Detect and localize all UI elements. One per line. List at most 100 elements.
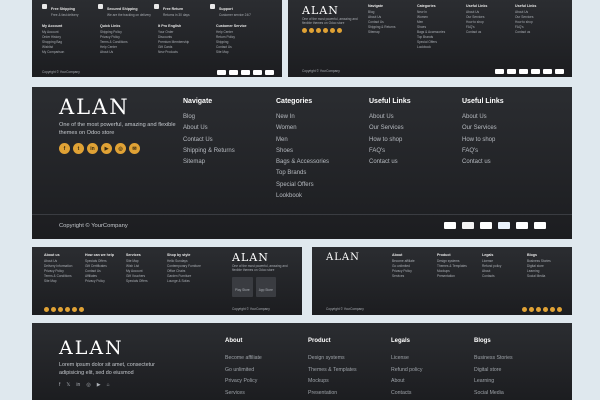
column-heading: Product bbox=[437, 253, 451, 257]
twitter-icon[interactable]: t bbox=[73, 143, 84, 154]
footer-column: How can we help Specials Offers Gift Certi… bbox=[85, 253, 114, 284]
footer-link[interactable]: Shoes bbox=[276, 146, 329, 157]
footer-link[interactable]: Special Offers bbox=[276, 180, 329, 191]
footer-column: Services Site Map Wish List My Account Gift … bbox=[126, 253, 148, 284]
footer-link[interactable]: Go unlimited bbox=[225, 365, 262, 377]
footer-link[interactable]: Blog bbox=[183, 112, 235, 123]
footer-link[interactable]: Social Media bbox=[527, 274, 551, 279]
footer-link[interactable]: Social Media bbox=[474, 388, 513, 400]
twitter-icon[interactable] bbox=[309, 28, 314, 33]
footer-link[interactable]: Become affiliate bbox=[225, 353, 262, 365]
youtube-icon[interactable]: ▶ bbox=[101, 143, 112, 154]
footer-link[interactable]: Contact us bbox=[466, 30, 487, 35]
mail-icon[interactable]: ✉ bbox=[129, 143, 140, 154]
app-store-button[interactable]: App Store bbox=[255, 277, 276, 297]
footer-link[interactable]: Lookbook bbox=[417, 45, 445, 50]
mail-icon[interactable] bbox=[557, 307, 562, 312]
footer-link[interactable]: FAQ's bbox=[369, 146, 411, 157]
footer-link[interactable]: How to shop bbox=[462, 135, 504, 146]
footer-link[interactable]: Presentation bbox=[308, 388, 357, 400]
copyright-text: Copyright © YourCompany bbox=[326, 307, 364, 311]
footer-link[interactable]: Themes & Templates bbox=[308, 365, 357, 377]
column-heading: Navigate bbox=[368, 4, 383, 8]
feature-description: Free & fast delivery bbox=[51, 13, 79, 17]
footer-link[interactable]: About Us bbox=[100, 50, 128, 55]
footer-link[interactable]: Specials Offers bbox=[126, 279, 148, 284]
footer-link[interactable]: Privacy Policy bbox=[85, 279, 114, 284]
facebook-icon[interactable]: f bbox=[59, 382, 60, 388]
youtube-icon[interactable]: ▶ bbox=[97, 382, 101, 388]
footer-link[interactable]: Services bbox=[392, 274, 415, 279]
footer-link[interactable]: Privacy Policy bbox=[225, 376, 262, 388]
column-heading: Useful Links bbox=[466, 4, 488, 8]
footer-link[interactable]: Digital store bbox=[474, 365, 513, 377]
linkedin-icon[interactable]: in bbox=[87, 143, 98, 154]
footer-link[interactable]: Contact us bbox=[515, 30, 536, 35]
column-heading: Useful Links bbox=[369, 98, 411, 105]
footer-link[interactable]: About Us bbox=[462, 112, 504, 123]
footer-link[interactable]: Men bbox=[276, 135, 329, 146]
facebook-icon[interactable] bbox=[44, 307, 49, 312]
linkedin-icon[interactable] bbox=[316, 28, 321, 33]
footer-link[interactable]: Bags & Accessories bbox=[276, 157, 329, 168]
instagram-icon[interactable]: ◎ bbox=[86, 382, 90, 388]
footer-link[interactable]: Contact us bbox=[369, 157, 411, 168]
footer-link[interactable]: Site Map bbox=[216, 50, 247, 55]
footer-link[interactable]: Site Map bbox=[44, 279, 72, 284]
linkedin-icon[interactable] bbox=[536, 307, 541, 312]
footer-link[interactable]: Presentation bbox=[437, 274, 467, 279]
youtube-icon[interactable] bbox=[543, 307, 548, 312]
github-icon[interactable]: ⌂ bbox=[107, 382, 110, 388]
footer-link[interactable]: About Us bbox=[369, 112, 411, 123]
twitter-icon[interactable]: 𝕏 bbox=[66, 382, 70, 388]
play-store-button[interactable]: Play Store bbox=[232, 277, 253, 297]
youtube-icon[interactable] bbox=[65, 307, 70, 312]
linkedin-icon[interactable]: in bbox=[76, 382, 80, 388]
footer-link[interactable]: Contact Us bbox=[183, 135, 235, 146]
footer-link[interactable]: Our Services bbox=[462, 123, 504, 134]
footer-link[interactable]: New Products bbox=[158, 50, 189, 55]
footer-link[interactable]: Contacts bbox=[482, 274, 501, 279]
footer-column: Shop by style Hello Sundays Contemporary F… bbox=[167, 253, 201, 284]
footer-link[interactable]: About Us bbox=[183, 123, 235, 134]
youtube-icon[interactable] bbox=[323, 28, 328, 33]
footer-link[interactable]: Learning bbox=[474, 376, 513, 388]
footer-link[interactable]: Refund policy bbox=[391, 365, 422, 377]
footer-link[interactable]: Lookbook bbox=[276, 191, 329, 202]
footer-link[interactable]: Design systems bbox=[308, 353, 357, 365]
footer-link[interactable]: How to shop bbox=[369, 135, 411, 146]
github-icon[interactable]: ◎ bbox=[115, 143, 126, 154]
footer-link[interactable]: Services bbox=[225, 388, 262, 400]
footer-link[interactable]: Contact us bbox=[462, 157, 504, 168]
twitter-icon[interactable] bbox=[529, 307, 534, 312]
footer-link[interactable]: Mockups bbox=[308, 376, 357, 388]
mail-icon[interactable] bbox=[79, 307, 84, 312]
footer-link[interactable]: Lounge & Sofas bbox=[167, 279, 201, 284]
mail-icon[interactable] bbox=[337, 28, 342, 33]
footer-link[interactable]: Women bbox=[276, 123, 329, 134]
github-icon[interactable] bbox=[550, 307, 555, 312]
footer-link[interactable]: FAQ's bbox=[462, 146, 504, 157]
linkedin-icon[interactable] bbox=[58, 307, 63, 312]
facebook-icon[interactable] bbox=[302, 28, 307, 33]
brand-logo: ALAN bbox=[302, 4, 339, 17]
footer-link[interactable]: License bbox=[391, 353, 422, 365]
facebook-icon[interactable] bbox=[522, 307, 527, 312]
footer-link[interactable]: Our Services bbox=[369, 123, 411, 134]
footer-link[interactable]: About bbox=[391, 376, 422, 388]
footer-link[interactable]: New In bbox=[276, 112, 329, 123]
footer-column: Categories New In Women Men Shoes Bags & Acce… bbox=[276, 98, 329, 202]
footer-link[interactable]: Sitemap bbox=[368, 30, 395, 35]
footer-link[interactable]: Sitemap bbox=[183, 157, 235, 168]
brand-tagline: One of the most powerful, amazing and fl… bbox=[302, 17, 358, 25]
footer-link[interactable]: Contacts bbox=[391, 388, 422, 400]
footer-link[interactable]: Shipping & Returns bbox=[183, 146, 235, 157]
twitter-icon[interactable] bbox=[51, 307, 56, 312]
footer-link[interactable]: Business Stories bbox=[474, 353, 513, 365]
github-icon[interactable] bbox=[72, 307, 77, 312]
facebook-icon[interactable]: f bbox=[59, 143, 70, 154]
footer-link[interactable]: Top Brands bbox=[276, 168, 329, 179]
feature-item: Support Customer service 24/7 bbox=[210, 3, 266, 21]
footer-link[interactable]: My Comparison bbox=[42, 50, 64, 55]
github-icon[interactable] bbox=[330, 28, 335, 33]
